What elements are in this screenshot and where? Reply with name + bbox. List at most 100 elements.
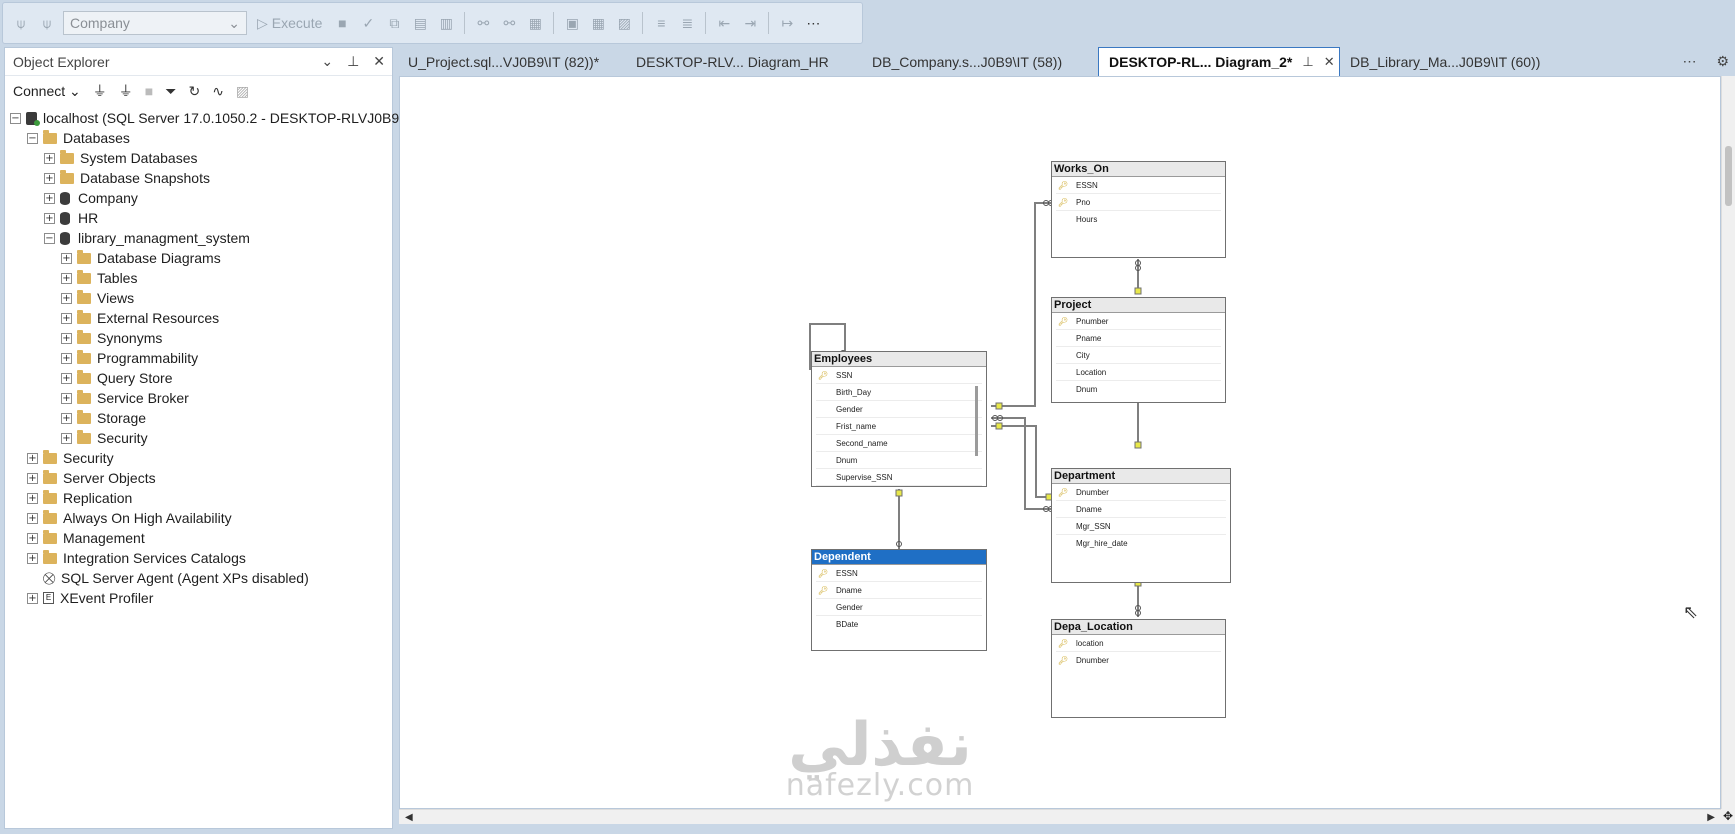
connect-plug-icon[interactable]: ⏚: [93, 81, 107, 101]
expand-icon[interactable]: +: [27, 532, 38, 544]
tree-node-xevent[interactable]: + E XEvent Profiler: [5, 588, 392, 608]
expand-icon[interactable]: +: [61, 432, 72, 444]
column-row[interactable]: 🔑︎ Dnumber: [1056, 484, 1226, 501]
column-row[interactable]: 🔑︎ ESSN: [816, 565, 982, 582]
tree-node-agent[interactable]: ⛒ SQL Server Agent (Agent XPs disabled): [5, 568, 392, 588]
tree-node-always-on[interactable]: + Always On High Availability: [5, 508, 392, 528]
decrease-indent-icon[interactable]: ⇤: [714, 13, 734, 33]
close-icon[interactable]: ✕: [373, 53, 385, 70]
expand-icon[interactable]: +: [27, 512, 38, 524]
tree-node-query-store[interactable]: + Query Store: [5, 368, 392, 388]
column-row[interactable]: City: [1056, 347, 1221, 364]
column-row[interactable]: Mgr_SSN: [1056, 518, 1226, 535]
tree-node-database-diagrams[interactable]: + Database Diagrams: [5, 248, 392, 268]
table-depa-location[interactable]: Depa_Location 🔑︎ location 🔑︎ Dnumber: [1051, 619, 1226, 718]
results-icon[interactable]: ▤: [410, 13, 430, 33]
tree-node-storage[interactable]: + Storage: [5, 408, 392, 428]
close-icon[interactable]: ✕: [1324, 54, 1335, 70]
client-stats-icon[interactable]: ▦: [525, 13, 545, 33]
expand-icon[interactable]: +: [61, 372, 72, 384]
live-stats-icon[interactable]: ⚯: [499, 13, 519, 33]
relationship-works-on-employees[interactable]: [991, 202, 1051, 407]
relationship-employees-department[interactable]: [991, 417, 1051, 510]
execute-button[interactable]: ▷ Execute: [253, 15, 326, 32]
table-works-on[interactable]: Works_On 🔑︎ ESSN 🔑︎ Pno Hours: [1051, 161, 1226, 258]
uncomment-icon[interactable]: ≣: [677, 13, 697, 33]
pan-icon[interactable]: ✥: [1721, 809, 1735, 824]
tree-node-synonyms[interactable]: + Synonyms: [5, 328, 392, 348]
scrollbar-thumb[interactable]: [1725, 146, 1732, 206]
tab-diagram-2[interactable]: DESKTOP-RL... Diagram_2* ⊥ ✕: [1098, 47, 1340, 76]
column-row[interactable]: Supervise_SSN: [816, 469, 982, 486]
save-results-icon[interactable]: ▥: [436, 13, 456, 33]
expand-icon[interactable]: +: [61, 332, 72, 344]
tree-node-hr[interactable]: + HR: [5, 208, 392, 228]
column-row[interactable]: 🔑︎ SSN: [816, 367, 982, 384]
expand-icon[interactable]: +: [61, 412, 72, 424]
expand-icon[interactable]: +: [27, 492, 38, 504]
chevron-down-icon[interactable]: ⌄: [321, 53, 333, 70]
column-row[interactable]: 🔑︎ Dnumber: [1056, 652, 1221, 669]
refresh-icon[interactable]: ↻: [188, 83, 200, 100]
collapse-icon[interactable]: −: [44, 232, 55, 244]
change-connection-icon[interactable]: ⍦: [37, 13, 57, 33]
pin-icon[interactable]: ⊥: [347, 53, 359, 70]
column-row[interactable]: 🔑︎ Pnumber: [1056, 313, 1221, 330]
diagram-canvas[interactable]: Works_On 🔑︎ ESSN 🔑︎ Pno Hours Project 🔑︎ Pn…: [399, 76, 1721, 809]
tree-node-service-broker[interactable]: + Service Broker: [5, 388, 392, 408]
stop-icon[interactable]: ■: [145, 83, 153, 99]
column-row[interactable]: Dnum: [816, 452, 982, 469]
column-row[interactable]: BDate: [816, 616, 982, 633]
scroll-left-icon[interactable]: ◀: [405, 812, 413, 823]
expand-icon[interactable]: +: [27, 452, 38, 464]
table-project[interactable]: Project 🔑︎ Pnumber Pname City Location Dn…: [1051, 297, 1226, 403]
tree-node-server[interactable]: − localhost (SQL Server 17.0.1050.2 - DE…: [5, 108, 420, 128]
column-row[interactable]: 🔑︎ location: [1056, 635, 1221, 652]
comment-icon[interactable]: ≡: [651, 13, 671, 33]
filter-icon[interactable]: ⏷: [165, 83, 176, 100]
expand-icon[interactable]: +: [27, 472, 38, 484]
column-row[interactable]: Pname: [1056, 330, 1221, 347]
tab-u-project[interactable]: U_Project.sql...VJ0B9\IT (82))*: [398, 47, 626, 76]
table-employees[interactable]: Employees 🔑︎ SSN Birth_Day Gender Frist_n…: [811, 351, 987, 487]
pin-icon[interactable]: ⊥: [1302, 54, 1313, 70]
tree-node-external-resources[interactable]: + External Resources: [5, 308, 392, 328]
expand-icon[interactable]: +: [44, 172, 55, 184]
column-row[interactable]: Second_name: [816, 435, 982, 452]
results-file-icon[interactable]: ▨: [614, 13, 634, 33]
tree-node-server-objects[interactable]: + Server Objects: [5, 468, 392, 488]
relationship-department-manager[interactable]: [991, 425, 1051, 498]
tree-node-tables[interactable]: + Tables: [5, 268, 392, 288]
collapse-icon[interactable]: −: [27, 132, 38, 144]
activity-monitor-icon[interactable]: ∿: [212, 83, 224, 100]
column-row[interactable]: Gender: [816, 599, 982, 616]
stop-icon[interactable]: ■: [332, 13, 352, 33]
tab-diagram-hr[interactable]: DESKTOP-RLV... Diagram_HR: [626, 47, 862, 76]
results-text-icon[interactable]: ▣: [562, 13, 582, 33]
horizontal-scrollbar[interactable]: ◀ ▶: [399, 809, 1721, 824]
tab-db-library[interactable]: DB_Library_Ma...J0B9\IT (60)): [1340, 47, 1570, 76]
tree-node-replication[interactable]: + Replication: [5, 488, 392, 508]
specify-values-icon[interactable]: ↦: [777, 13, 797, 33]
increase-indent-icon[interactable]: ⇥: [740, 13, 760, 33]
table-department[interactable]: Department 🔑︎ Dnumber Dname Mgr_SSN Mgr_h…: [1051, 468, 1231, 583]
results-grid-icon[interactable]: ▦: [588, 13, 608, 33]
expand-icon[interactable]: +: [61, 352, 72, 364]
expand-icon[interactable]: +: [61, 292, 72, 304]
expand-icon[interactable]: +: [27, 552, 38, 564]
tree-node-views[interactable]: + Views: [5, 288, 392, 308]
connect-button[interactable]: Connect ⌄: [13, 83, 81, 100]
tree-node-integration-services[interactable]: + Integration Services Catalogs: [5, 548, 392, 568]
column-row[interactable]: Dnum: [1056, 381, 1221, 398]
more-icon[interactable]: ⋯: [803, 13, 823, 33]
expand-icon[interactable]: +: [44, 152, 55, 164]
column-row[interactable]: Gender: [816, 401, 982, 418]
tree-node-database-snapshots[interactable]: + Database Snapshots: [5, 168, 392, 188]
summary-icon[interactable]: ▨: [236, 83, 249, 100]
column-row[interactable]: Dname: [1056, 501, 1226, 518]
scroll-right-icon[interactable]: ▶: [1707, 812, 1715, 823]
table-dependent[interactable]: Dependent 🔑︎ ESSN 🔑︎ Dname Gender BDate: [811, 549, 987, 651]
database-selector[interactable]: Company ⌄: [63, 11, 247, 35]
table-scrollbar[interactable]: [975, 386, 978, 456]
query-plan-icon[interactable]: ⧉: [384, 13, 404, 33]
